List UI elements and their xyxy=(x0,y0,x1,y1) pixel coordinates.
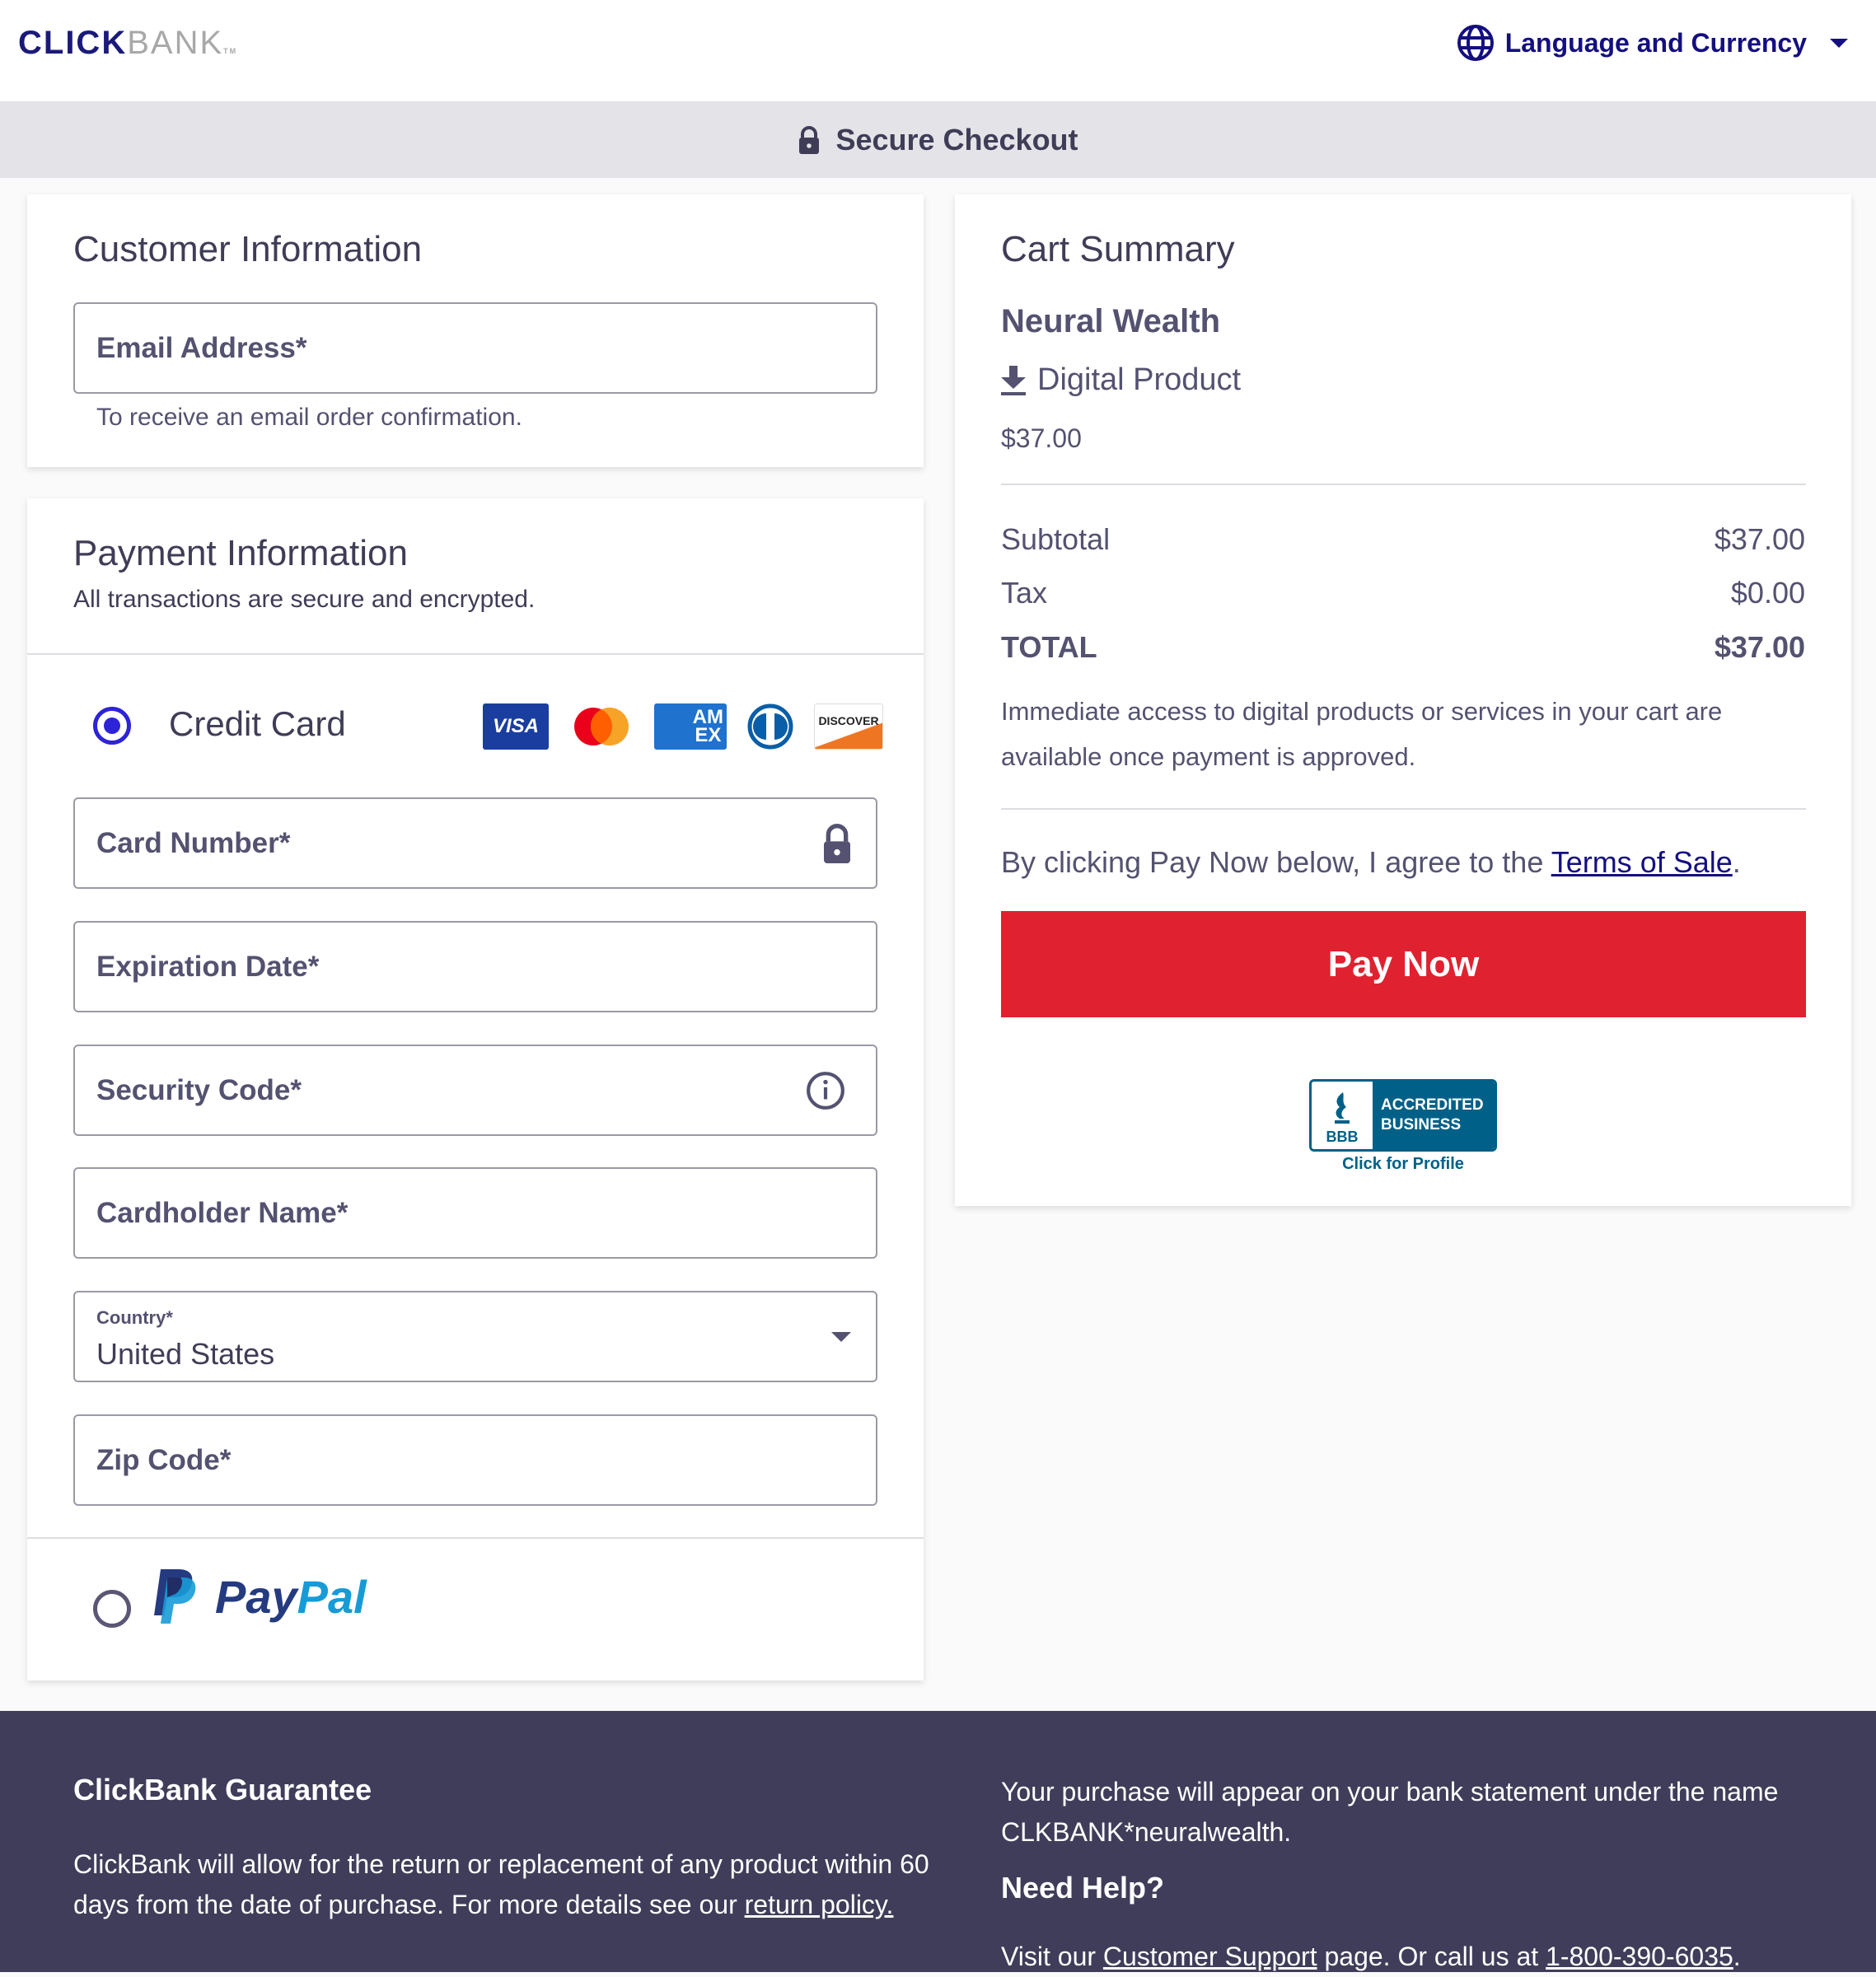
zip-code-label: Zip Code* xyxy=(96,1443,232,1476)
top-header: CLICKBANKTM Language and Currency xyxy=(0,0,1876,101)
expiration-date-field[interactable]: Expiration Date* xyxy=(73,921,877,1012)
subtotal-value: $37.00 xyxy=(1714,522,1805,556)
download-icon xyxy=(1001,365,1026,395)
customer-support-link[interactable]: Customer Support xyxy=(1103,1942,1317,1971)
guarantee-text: ClickBank will allow for the return or r… xyxy=(73,1849,929,1919)
subtotal-label: Subtotal xyxy=(1001,522,1111,556)
access-note: Immediate access to digital products or … xyxy=(1001,697,1723,771)
terms-of-sale-link[interactable]: Terms of Sale xyxy=(1551,845,1733,879)
email-field[interactable]: Email Address* xyxy=(73,302,877,394)
customer-info-title: Customer Information xyxy=(73,229,423,269)
cart-divider-2 xyxy=(1001,808,1806,810)
zip-code-field[interactable]: Zip Code* xyxy=(73,1414,877,1506)
payment-info-card: Payment Information All transactions are… xyxy=(27,498,924,1680)
bank-statement-text: Your purchase will appear on your bank s… xyxy=(1001,1777,1779,1847)
product-name: Neural Wealth xyxy=(1001,303,1220,339)
credit-card-label[interactable]: Credit Card xyxy=(169,704,346,744)
email-label: Email Address* xyxy=(96,331,307,364)
cardholder-name-label: Cardholder Name* xyxy=(96,1196,349,1229)
help-text: Visit our Customer Support page. Or call… xyxy=(1001,1942,1741,1971)
total-row: TOTAL $37.00 xyxy=(1001,630,1805,665)
cart-summary-card: Cart Summary Neural Wealth Digital Produ… xyxy=(955,194,1851,1206)
expiration-date-label: Expiration Date* xyxy=(96,950,320,983)
payment-info-title: Payment Information xyxy=(73,533,408,573)
security-code-field[interactable]: Security Code* xyxy=(73,1045,877,1136)
language-currency-label: Language and Currency xyxy=(1504,27,1807,58)
caret-down-icon xyxy=(831,1332,851,1342)
visa-icon: VISA xyxy=(483,703,549,750)
lock-icon xyxy=(824,823,850,863)
card-brand-logos: VISA AM EX DISCOVER xyxy=(483,703,883,750)
secure-checkout-label: Secure Checkout xyxy=(835,122,1078,157)
paypal-wordmark: PayPal xyxy=(215,1570,367,1623)
guarantee-title: ClickBank Guarantee xyxy=(73,1773,372,1806)
email-hint: To receive an email order confirmation. xyxy=(96,404,522,431)
footer: ClickBank Guarantee ClickBank will allow… xyxy=(0,1711,1876,1972)
paypal-option[interactable]: PayPal xyxy=(151,1569,367,1624)
cart-divider-1 xyxy=(1001,484,1806,485)
security-code-label: Security Code* xyxy=(96,1073,302,1106)
phone-link[interactable]: 1-800-390-6035 xyxy=(1546,1942,1733,1971)
tax-value: $0.00 xyxy=(1730,576,1805,610)
logo-click-text: CLICK xyxy=(18,25,128,61)
pay-now-button[interactable]: Pay Now xyxy=(1001,911,1806,1017)
cardholder-name-field[interactable]: Cardholder Name* xyxy=(73,1167,877,1259)
logo-tm: TM xyxy=(223,47,238,55)
total-label: TOTAL xyxy=(1001,630,1097,664)
lock-icon xyxy=(799,125,820,154)
return-policy-link[interactable]: return policy. xyxy=(745,1890,894,1919)
country-select[interactable]: Country* United States xyxy=(73,1291,877,1382)
payment-divider-bottom xyxy=(27,1537,924,1539)
paypal-icon xyxy=(154,1569,196,1624)
payment-divider-top xyxy=(27,653,924,655)
total-value: $37.00 xyxy=(1714,630,1805,664)
credit-card-radio[interactable] xyxy=(93,707,131,745)
tax-row: Tax $0.00 xyxy=(1001,576,1805,610)
terms-agreement: By clicking Pay Now below, I agree to th… xyxy=(1001,845,1741,879)
need-help-title: Need Help? xyxy=(1001,1871,1165,1905)
subtotal-row: Subtotal $37.00 xyxy=(1001,522,1805,557)
globe-icon xyxy=(1457,25,1494,61)
product-type: Digital Product xyxy=(1001,362,1241,398)
product-type-label: Digital Product xyxy=(1037,362,1242,397)
logo-bank-text: BANK xyxy=(127,25,224,61)
clickbank-logo[interactable]: CLICKBANKTM xyxy=(18,25,237,62)
mastercard-icon xyxy=(574,708,629,745)
info-icon[interactable] xyxy=(805,1070,846,1111)
country-value: United States xyxy=(96,1337,275,1371)
bbb-profile-link[interactable]: Click for Profile xyxy=(1309,1155,1497,1174)
card-number-field[interactable]: Card Number* xyxy=(73,797,877,889)
amex-icon: AM EX xyxy=(654,703,727,750)
customer-info-card: Customer Information Email Address* To r… xyxy=(27,194,924,467)
cart-summary-title: Cart Summary xyxy=(1001,229,1235,269)
bbb-torch-icon: BBB xyxy=(1312,1082,1373,1149)
bbb-badge[interactable]: BBB ACCREDITED BUSINESS Click for Profil… xyxy=(1309,1079,1497,1174)
caret-down-icon xyxy=(1830,38,1848,48)
tax-label: Tax xyxy=(1001,576,1048,610)
country-label: Country* xyxy=(96,1307,173,1328)
card-number-label: Card Number* xyxy=(96,826,291,859)
language-currency-dropdown[interactable]: Language and Currency xyxy=(1456,23,1848,63)
paypal-radio[interactable] xyxy=(93,1590,131,1628)
payment-info-subtitle: All transactions are secure and encrypte… xyxy=(73,586,536,613)
discover-icon: DISCOVER xyxy=(814,703,883,750)
diners-club-icon xyxy=(747,703,793,750)
secure-checkout-bar: Secure Checkout xyxy=(0,101,1876,178)
product-price: $37.00 xyxy=(1001,423,1082,453)
